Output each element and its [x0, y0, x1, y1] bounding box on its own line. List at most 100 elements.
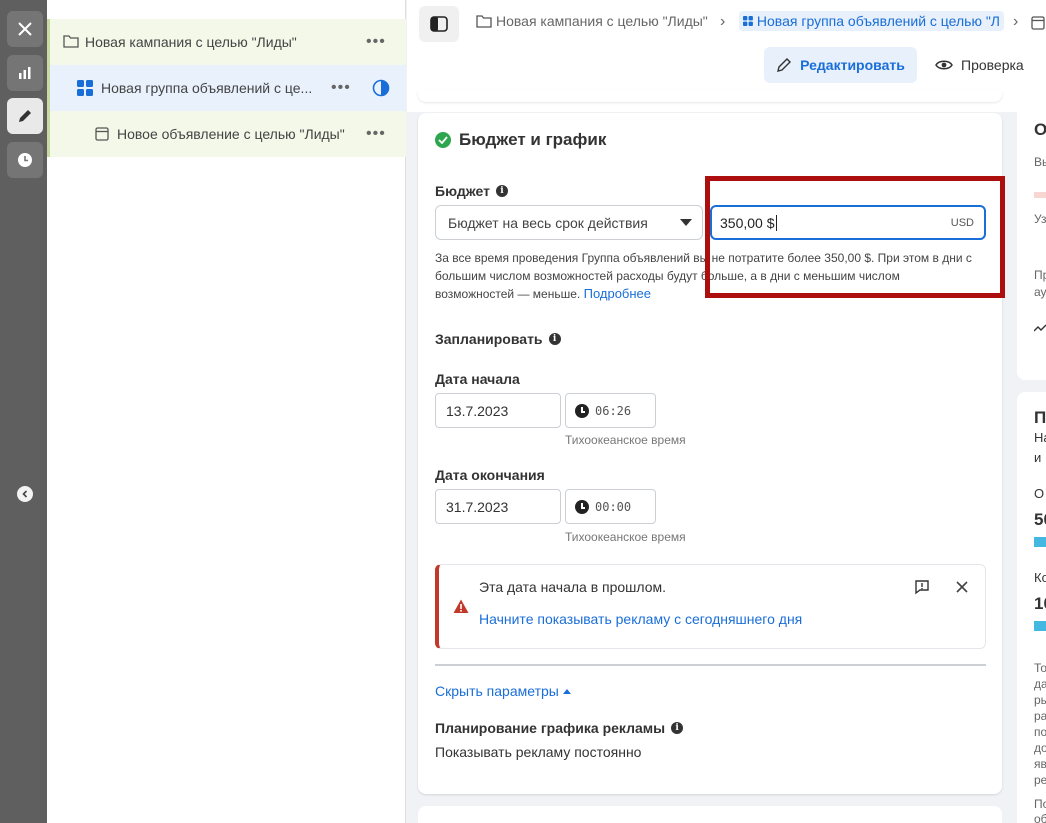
- side-text: О: [1034, 120, 1046, 139]
- side-text: 10: [1034, 594, 1046, 613]
- side-text: О: [1034, 486, 1045, 501]
- folder-icon: [63, 34, 79, 51]
- next-card: [418, 806, 1002, 823]
- grid-icon: [77, 80, 93, 99]
- caret-up-icon: [562, 688, 571, 694]
- start-today-link[interactable]: Начните показывать рекламу с сегодняшнег…: [479, 611, 802, 627]
- pencil-icon[interactable]: [7, 98, 43, 134]
- highlight-frame: [705, 176, 1005, 298]
- side-text: по: [1034, 725, 1046, 739]
- side-text: ау: [1034, 285, 1046, 299]
- budget-type-value: Бюджет на весь срок действия: [448, 214, 648, 231]
- start-date-value: 13.7.2023: [446, 402, 509, 419]
- side-bar: [1034, 537, 1046, 547]
- more-icon[interactable]: •••: [366, 125, 386, 143]
- hide-parameters-text: Скрыть параметры: [435, 683, 559, 699]
- side-text: По: [1034, 797, 1046, 811]
- side-text: На: [1034, 430, 1046, 445]
- tree-item-label: Новая кампания с целью "Лиды": [85, 34, 297, 50]
- more-icon[interactable]: •••: [331, 79, 351, 97]
- check-icon: [435, 132, 451, 148]
- info-icon[interactable]: i: [548, 333, 561, 345]
- end-time-value: 00:00: [595, 499, 632, 514]
- budget-type-select[interactable]: Бюджет на весь срок действия: [435, 205, 703, 240]
- chevron-right-icon: ›: [1013, 13, 1019, 30]
- breadcrumb-label: Новая кампания с целью "Лиды": [496, 13, 708, 29]
- side-text: об: [1034, 812, 1046, 823]
- left-rail: [0, 0, 47, 823]
- edit-button[interactable]: Редактировать: [764, 47, 917, 83]
- tree-item-label: Новая группа объявлений с це...: [101, 80, 313, 96]
- side-text: яв: [1034, 757, 1046, 771]
- end-time-input[interactable]: 00:00: [565, 489, 656, 524]
- tree-item-label: Новое объявление с целью "Лиды": [117, 126, 345, 142]
- side-text: да: [1034, 677, 1046, 691]
- more-icon[interactable]: •••: [366, 33, 386, 51]
- info-icon[interactable]: i: [495, 185, 508, 197]
- caret-down-icon: [680, 219, 692, 226]
- side-text: Ко: [1034, 570, 1046, 585]
- panel-toggle-icon[interactable]: [419, 6, 459, 42]
- hide-parameters-link[interactable]: Скрыть параметры: [435, 683, 571, 699]
- trend-icon: [1033, 322, 1046, 337]
- tree-item-adset[interactable]: Новая группа объявлений с це... •••: [47, 65, 406, 111]
- start-time-input[interactable]: 06:26: [565, 393, 656, 428]
- review-button[interactable]: Проверка: [935, 47, 1024, 83]
- breadcrumb-label: Новая группа объявлений с целью "Л: [756, 13, 1000, 29]
- side-bar: [1034, 192, 1046, 198]
- timezone-label: Тихоокеанское время: [565, 433, 686, 447]
- info-icon[interactable]: i: [671, 722, 684, 734]
- card-title: Бюджет и график: [435, 130, 606, 150]
- side-text: П: [1034, 408, 1046, 427]
- schedule-label: Запланировать i: [435, 331, 561, 347]
- side-text: Пр: [1034, 268, 1046, 282]
- feedback-icon[interactable]: [914, 579, 930, 598]
- half-circle-icon: [372, 79, 390, 100]
- ad-schedule-label-text: Планирование графика рекламы: [435, 720, 666, 736]
- previous-card-edge: [418, 90, 1002, 102]
- learn-more-link[interactable]: Подробнее: [584, 286, 651, 301]
- grid-icon: [743, 16, 753, 26]
- clock-icon: [575, 403, 589, 418]
- ad-schedule-label: Планирование графика рекламы i: [435, 720, 684, 736]
- side-text: Вы: [1034, 155, 1046, 169]
- budget-label-text: Бюджет: [435, 183, 490, 199]
- side-text: 50: [1034, 510, 1046, 529]
- breadcrumb-campaign[interactable]: Новая кампания с целью "Лиды": [476, 13, 708, 29]
- schedule-label-text: Запланировать: [435, 331, 543, 347]
- card-title-text: Бюджет и график: [459, 130, 607, 149]
- start-date-label: Дата начала: [435, 371, 520, 387]
- end-date-label: Дата окончания: [435, 467, 545, 483]
- collapse-icon[interactable]: [17, 486, 33, 502]
- tree-item-ad[interactable]: Новое объявление с целью "Лиды" •••: [47, 111, 406, 157]
- end-date-value: 31.7.2023: [446, 498, 509, 515]
- review-button-label: Проверка: [961, 57, 1024, 73]
- chart-icon[interactable]: [7, 55, 43, 91]
- side-text: и: [1034, 450, 1042, 465]
- edit-button-label: Редактировать: [800, 57, 905, 73]
- side-text: ре: [1034, 773, 1046, 787]
- side-text: То: [1034, 661, 1046, 675]
- breadcrumb-adset[interactable]: Новая группа объявлений с целью "Л: [739, 11, 1004, 31]
- right-panel-top: [1017, 105, 1046, 380]
- divider: [435, 664, 986, 666]
- clock-icon[interactable]: [7, 142, 43, 178]
- side-text: до: [1034, 741, 1046, 755]
- budget-label: Бюджет i: [435, 183, 508, 199]
- close-icon[interactable]: [7, 11, 43, 47]
- structure-tree: Новая кампания с целью "Лиды" ••• Новая …: [47, 0, 406, 823]
- close-icon[interactable]: [956, 576, 968, 599]
- tree-item-campaign[interactable]: Новая кампания с целью "Лиды" •••: [47, 19, 406, 65]
- folder-icon: [476, 15, 492, 28]
- warning-icon: [453, 599, 469, 617]
- start-date-input[interactable]: 13.7.2023: [435, 393, 561, 428]
- start-time-value: 06:26: [595, 403, 632, 418]
- pencil-icon: [777, 58, 792, 72]
- side-bar: [1034, 621, 1046, 631]
- end-date-input[interactable]: 31.7.2023: [435, 489, 561, 524]
- chevron-right-icon: ›: [720, 13, 726, 30]
- start-date-warning: Эта дата начала в прошлом. Начните показ…: [435, 564, 986, 649]
- side-text: ра: [1034, 709, 1046, 723]
- warning-title: Эта дата начала в прошлом.: [479, 579, 667, 595]
- ad-icon: [1031, 16, 1045, 33]
